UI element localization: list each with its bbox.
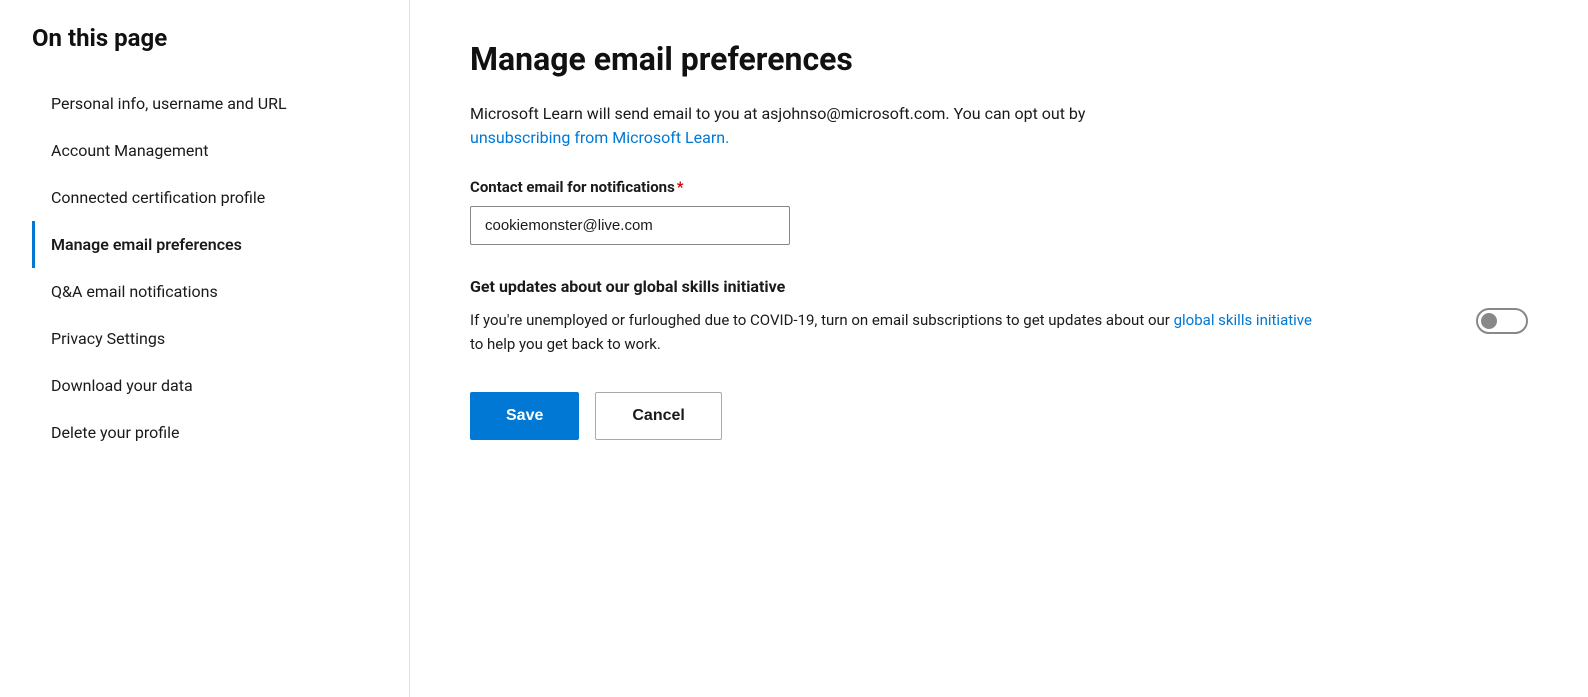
- sidebar-link-manage-email[interactable]: Manage email preferences: [32, 221, 377, 268]
- toggle-slider: [1476, 308, 1528, 334]
- sidebar-item-personal-info[interactable]: Personal info, username and URL: [32, 80, 377, 127]
- sidebar-item-manage-email[interactable]: Manage email preferences: [32, 221, 377, 268]
- sidebar-item-qa-email[interactable]: Q&A email notifications: [32, 268, 377, 315]
- skills-desc-before: If you're unemployed or furloughed due t…: [470, 311, 1170, 329]
- cancel-button[interactable]: Cancel: [595, 392, 721, 440]
- sidebar-item-download-data[interactable]: Download your data: [32, 362, 377, 409]
- skills-section: Get updates about our global skills init…: [470, 277, 1528, 356]
- skills-row: If you're unemployed or furloughed due t…: [470, 308, 1528, 356]
- sidebar-link-account-management[interactable]: Account Management: [32, 127, 377, 174]
- sidebar-item-delete-profile[interactable]: Delete your profile: [32, 409, 377, 456]
- description-text: Microsoft Learn will send email to you a…: [470, 102, 1528, 150]
- buttons-row: Save Cancel: [470, 392, 1528, 440]
- sidebar-link-personal-info[interactable]: Personal info, username and URL: [32, 80, 377, 127]
- skills-initiative-link[interactable]: global skills initiative: [1174, 311, 1312, 329]
- sidebar-link-download-data[interactable]: Download your data: [32, 362, 377, 409]
- required-star: *: [677, 178, 684, 196]
- sidebar-nav: Personal info, username and URL Account …: [32, 80, 377, 456]
- sidebar: On this page Personal info, username and…: [0, 0, 410, 697]
- description-static: Microsoft Learn will send email to you a…: [470, 104, 1085, 123]
- skills-desc-after: to help you get back to work.: [470, 335, 661, 353]
- toggle-label[interactable]: [1476, 308, 1528, 334]
- main-content: Manage email preferences Microsoft Learn…: [410, 0, 1588, 697]
- skills-description: If you're unemployed or furloughed due t…: [470, 308, 1320, 356]
- sidebar-item-privacy-settings[interactable]: Privacy Settings: [32, 315, 377, 362]
- toggle-wrapper: [1476, 308, 1528, 334]
- sidebar-link-qa-email[interactable]: Q&A email notifications: [32, 268, 377, 315]
- contact-email-input[interactable]: [470, 206, 790, 245]
- sidebar-title: On this page: [32, 24, 377, 52]
- sidebar-item-connected-certification[interactable]: Connected certification profile: [32, 174, 377, 221]
- sidebar-link-privacy-settings[interactable]: Privacy Settings: [32, 315, 377, 362]
- sidebar-link-delete-profile[interactable]: Delete your profile: [32, 409, 377, 456]
- page-title: Manage email preferences: [470, 40, 1528, 78]
- contact-email-section: Contact email for notifications*: [470, 178, 1528, 245]
- sidebar-link-connected-certification[interactable]: Connected certification profile: [32, 174, 377, 221]
- contact-email-label: Contact email for notifications*: [470, 178, 1528, 196]
- skills-section-title: Get updates about our global skills init…: [470, 277, 1528, 296]
- save-button[interactable]: Save: [470, 392, 579, 440]
- unsubscribe-link[interactable]: unsubscribing from Microsoft Learn.: [470, 128, 729, 147]
- sidebar-item-account-management[interactable]: Account Management: [32, 127, 377, 174]
